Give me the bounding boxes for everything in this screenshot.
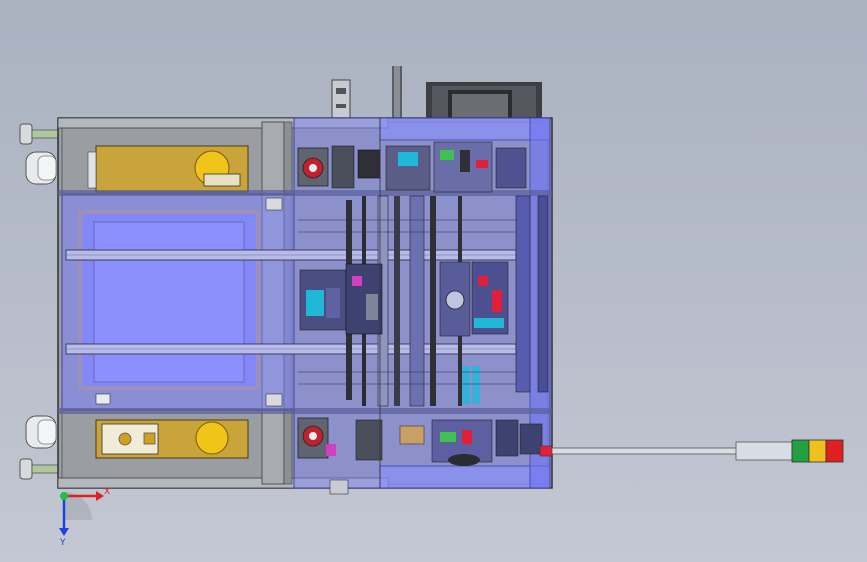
signal-tower[interactable] <box>539 439 844 463</box>
signal-tower-lamps <box>791 439 844 463</box>
triad-x-arrowhead <box>96 491 104 501</box>
signal-lamp <box>791 439 810 463</box>
coordinate-triad[interactable]: X Y <box>59 487 110 548</box>
triad-y-arrowhead <box>59 528 69 536</box>
signal-lamp <box>808 439 827 463</box>
signal-lamp <box>825 439 844 463</box>
caster-wheels <box>25 151 57 449</box>
machine-assembly[interactable] <box>19 66 553 495</box>
triad-y-label: Y <box>59 538 66 548</box>
triad-origin <box>60 492 68 500</box>
gold-plate-top <box>87 145 249 193</box>
signal-tower-arm <box>551 447 739 455</box>
cad-viewport[interactable]: X Y <box>0 0 867 562</box>
gold-plate-bottom <box>95 419 249 459</box>
triad-x-label: X <box>104 487 110 497</box>
top-posts <box>331 66 402 123</box>
top-monitor-housing <box>426 82 542 122</box>
